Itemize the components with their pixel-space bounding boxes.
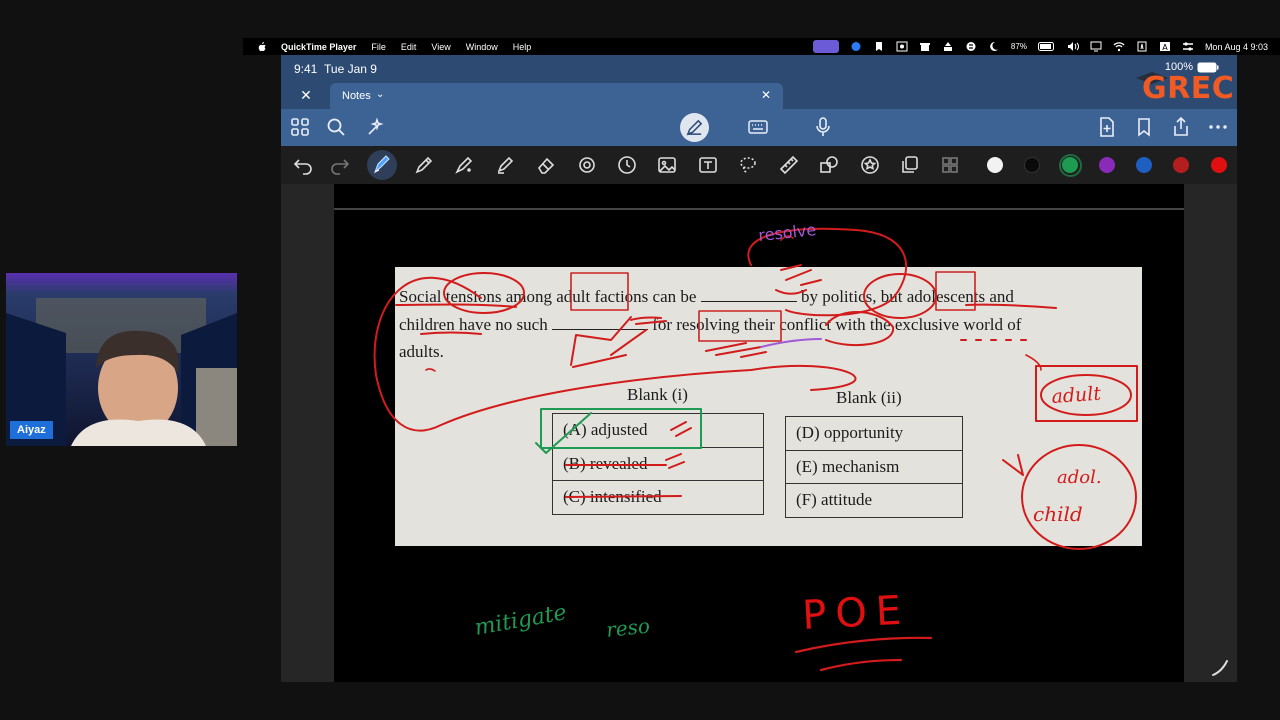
- copy-icon[interactable]: [900, 155, 920, 175]
- note-page[interactable]: Social tensions among adult factions can…: [334, 184, 1184, 682]
- tab-notes[interactable]: Notes ⌄ ✕: [330, 83, 783, 109]
- option-e[interactable]: (E) mechanism: [785, 449, 963, 484]
- color-swatch-blue[interactable]: [1136, 157, 1152, 173]
- battery-percent: 87%: [1010, 42, 1027, 51]
- text-box-icon[interactable]: [698, 155, 718, 175]
- color-swatch-white[interactable]: [987, 157, 1003, 173]
- control-center-icon[interactable]: [1182, 41, 1194, 52]
- ipad-screen: 9:41 Tue Jan 9 100% ✕ Notes ⌄ ✕ Social t…: [281, 55, 1237, 682]
- notes-tab-bar: ✕ Notes ⌄ ✕: [281, 82, 1237, 109]
- drawing-toolbar: [281, 146, 1237, 184]
- blank-i-options: (A) adjusted (B) revealed (C) intensifie…: [552, 413, 764, 515]
- highlighter-icon[interactable]: [495, 155, 515, 175]
- tab-close-icon[interactable]: ✕: [761, 88, 771, 102]
- sparkle-icon[interactable]: [364, 116, 386, 138]
- ipad-status-bar: 9:41 Tue Jan 9 100%: [281, 55, 1237, 82]
- option-c[interactable]: (C) intensified: [552, 480, 764, 515]
- notes-toolbar: [281, 109, 1237, 146]
- blank-i-header: Blank (i): [627, 385, 688, 404]
- fountain-pen-tool[interactable]: [367, 150, 397, 180]
- svg-text:A: A: [1162, 43, 1168, 52]
- shapes-icon[interactable]: [819, 155, 839, 175]
- mac-menu-bar: QuickTime Player File Edit View Window H…: [243, 38, 1280, 55]
- blank-ii-options: (D) opportunity (E) mechanism (F) attitu…: [785, 416, 963, 518]
- color-swatch-purple[interactable]: [1099, 157, 1115, 173]
- color-swatch-green[interactable]: [1062, 157, 1078, 173]
- app-menu[interactable]: QuickTime Player: [281, 42, 356, 52]
- microphone-icon[interactable]: [812, 116, 834, 138]
- gift-icon[interactable]: [919, 41, 931, 52]
- fountain-pen-icon: [373, 155, 390, 174]
- circle-s-icon[interactable]: [965, 41, 977, 52]
- participant-name-tag: Aiyaz: [10, 421, 53, 439]
- undo-icon[interactable]: [293, 155, 313, 175]
- grec-logo: GREC: [1136, 71, 1234, 106]
- display-icon[interactable]: [1090, 41, 1102, 52]
- bookmark-icon[interactable]: [1133, 116, 1155, 138]
- redo-icon[interactable]: [330, 155, 350, 175]
- menu-clock: Mon Aug 4 9:03: [1204, 41, 1268, 52]
- note-canvas[interactable]: Social tensions among adult factions can…: [281, 184, 1237, 682]
- menu-file[interactable]: File: [371, 42, 386, 52]
- grid-icon[interactable]: [289, 116, 311, 138]
- ruler-icon[interactable]: [779, 155, 799, 175]
- close-tabs-icon[interactable]: ✕: [299, 88, 313, 102]
- sticker-icon[interactable]: [860, 155, 880, 175]
- color-swatch-red[interactable]: [1211, 157, 1227, 173]
- webcam-feed: Aiyaz: [6, 273, 237, 446]
- pen-mode-button[interactable]: [680, 113, 709, 142]
- wifi-icon[interactable]: [1113, 41, 1125, 52]
- eraser-icon[interactable]: [536, 155, 556, 175]
- menu-view[interactable]: View: [431, 42, 450, 52]
- printer-icon[interactable]: [942, 41, 954, 52]
- screen: QuickTime Player File Edit View Window H…: [0, 0, 1280, 720]
- page-divider: [334, 208, 1184, 210]
- status-time: 9:41 Tue Jan 9: [294, 62, 377, 76]
- laser-pointer-icon[interactable]: [577, 155, 597, 175]
- brush-icon[interactable]: [454, 155, 474, 175]
- screenshot-icon[interactable]: [896, 41, 908, 52]
- share-icon[interactable]: [1170, 116, 1192, 138]
- chevron-down-icon[interactable]: ⌄: [376, 89, 384, 100]
- screen-mirror-icon[interactable]: [812, 40, 839, 53]
- option-a[interactable]: (A) adjusted: [552, 413, 764, 448]
- pencil-icon[interactable]: [414, 155, 434, 175]
- add-page-icon[interactable]: [1096, 116, 1118, 138]
- logo-text: GREC: [1142, 71, 1234, 106]
- more-tools-icon[interactable]: [940, 155, 960, 175]
- battery-icon[interactable]: [1037, 41, 1056, 52]
- timer-icon[interactable]: [617, 155, 637, 175]
- question-text: Social tensions among adult factions can…: [399, 287, 1022, 361]
- zoom-icon[interactable]: [850, 41, 862, 52]
- color-swatch-darkred[interactable]: [1173, 157, 1189, 173]
- blank-ii-header: Blank (ii): [836, 388, 902, 407]
- image-icon[interactable]: [657, 155, 677, 175]
- question-image: Social tensions among adult factions can…: [395, 267, 1142, 546]
- keyboard-icon[interactable]: [747, 116, 769, 138]
- menu-window[interactable]: Window: [466, 42, 498, 52]
- more-icon[interactable]: [1207, 116, 1229, 138]
- moon-icon[interactable]: [988, 41, 1000, 52]
- menu-help[interactable]: Help: [513, 42, 532, 52]
- volume-icon[interactable]: [1067, 41, 1079, 52]
- text-input-icon[interactable]: [1136, 41, 1148, 52]
- tab-label: Notes: [342, 90, 371, 102]
- user-icon[interactable]: A: [1159, 41, 1171, 52]
- option-b[interactable]: (B) revealed: [552, 446, 764, 481]
- option-d[interactable]: (D) opportunity: [785, 416, 963, 451]
- bookmark-icon[interactable]: [873, 41, 885, 52]
- pen-mode-icon: [686, 119, 703, 136]
- option-f[interactable]: (F) attitude: [785, 483, 963, 518]
- menu-edit[interactable]: Edit: [401, 42, 417, 52]
- search-icon[interactable]: [325, 116, 347, 138]
- color-swatch-black[interactable]: [1024, 157, 1040, 173]
- lasso-icon[interactable]: [738, 155, 758, 175]
- apple-icon[interactable]: [257, 41, 267, 52]
